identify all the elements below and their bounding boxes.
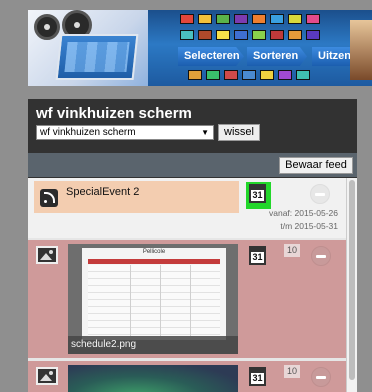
feed-item-image[interactable]: 31 10 (28, 361, 346, 392)
film-logo (28, 10, 148, 86)
item-title: SpecialEvent 2 (66, 186, 140, 198)
wissel-button[interactable]: wissel (218, 124, 260, 141)
duration-value[interactable]: 10 (284, 365, 300, 378)
feed-panel: wf vinkhuizen scherm wf vinkhuizen scher… (28, 99, 357, 392)
remove-icon[interactable] (311, 367, 331, 387)
banner-photo (350, 20, 372, 80)
screen-select[interactable]: wf vinkhuizen scherm ▼ (36, 125, 214, 140)
calendar-icon: 31 (249, 184, 266, 203)
image-filename: schedule2.png (68, 336, 238, 354)
nav-selecteren-button[interactable]: Selecteren (178, 47, 244, 66)
rss-icon (40, 189, 58, 207)
nav-sorteren-button[interactable]: Sorteren (247, 47, 307, 66)
date-to: t/m 2015-05-31 (280, 221, 338, 231)
dropdown-arrow-icon: ▼ (201, 128, 209, 137)
calendar-icon[interactable]: 31 (249, 246, 266, 265)
calendar-icon[interactable]: 31 (249, 367, 266, 386)
preview-schedule-sheet: Pellicole (82, 248, 226, 340)
header-banner: Selecteren Sorteren Uitzenden (28, 10, 372, 86)
screen-select-value: wf vinkhuizen scherm (40, 127, 136, 138)
list-scrollbar[interactable] (346, 178, 357, 392)
remove-icon[interactable] (311, 246, 331, 266)
remove-icon[interactable] (310, 184, 330, 204)
item-title-box: SpecialEvent 2 (34, 181, 239, 213)
image-preview[interactable] (68, 365, 238, 392)
schedule-active-badge[interactable]: 31 (246, 182, 271, 209)
preview-sheet-title: Pellicole (142, 249, 166, 255)
feed-item-rss[interactable]: SpecialEvent 2 31 vanaf: 2015-05-26 t/m … (28, 178, 346, 238)
image-icon (36, 367, 58, 385)
panel-title: wf vinkhuizen scherm (36, 105, 192, 122)
feed-item-list: SpecialEvent 2 31 vanaf: 2015-05-26 t/m … (28, 178, 346, 392)
feed-item-image[interactable]: Pellicole schedule2.png 31 10 (28, 240, 346, 358)
image-preview[interactable]: Pellicole schedule2.png (68, 244, 238, 354)
scrollbar-thumb[interactable] (349, 180, 355, 380)
feed-toolbar: Bewaar feed (28, 153, 357, 177)
date-from: vanaf: 2015-05-26 (269, 208, 338, 218)
image-icon (36, 246, 58, 264)
duration-value[interactable]: 10 (284, 244, 300, 257)
save-feed-button[interactable]: Bewaar feed (279, 157, 353, 174)
